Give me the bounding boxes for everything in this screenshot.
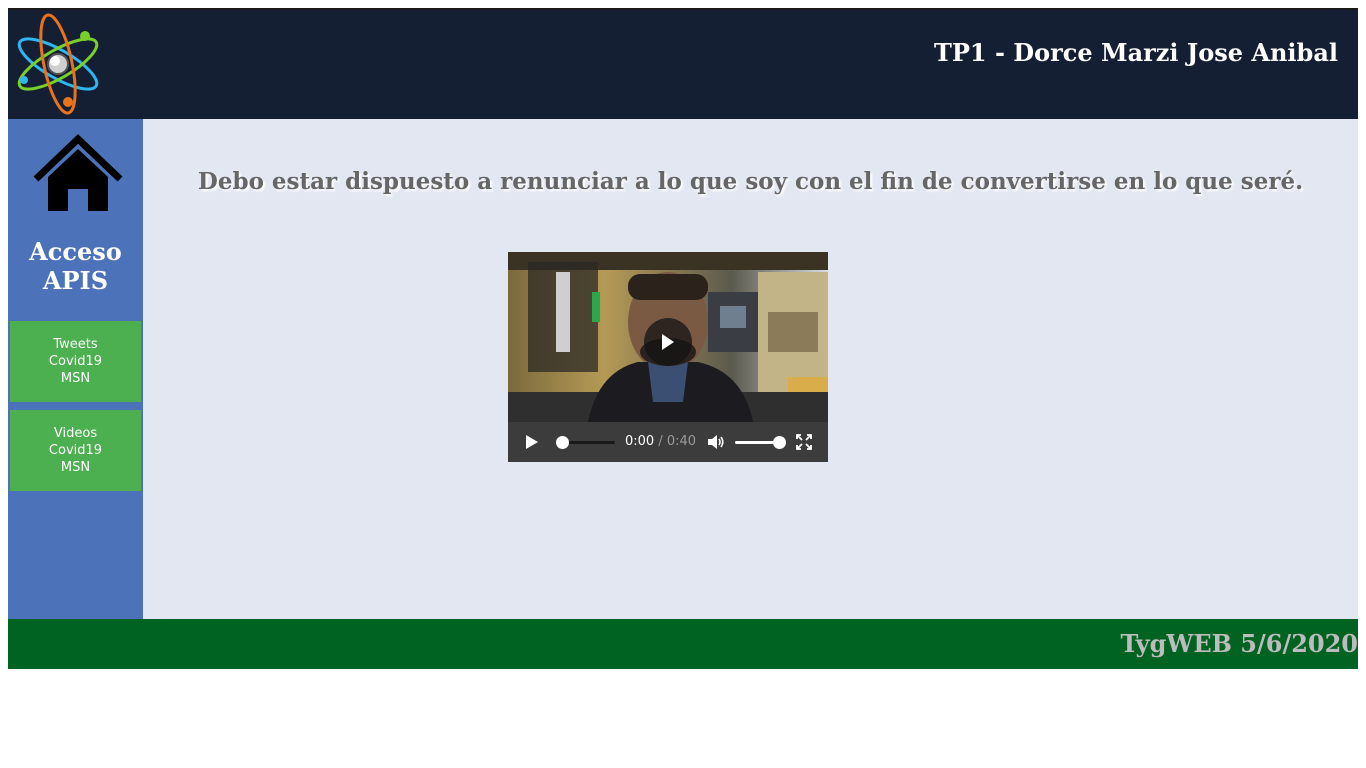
home-icon[interactable] bbox=[30, 131, 126, 215]
sidebar-heading-line1: Acceso bbox=[29, 237, 122, 266]
volume-icon[interactable] bbox=[707, 434, 725, 450]
volume-handle[interactable] bbox=[773, 436, 786, 449]
button-label-line: Covid19 bbox=[48, 354, 103, 369]
tweets-covid19-msn-button[interactable]: Tweets Covid19 MSN bbox=[10, 321, 141, 402]
site-footer: TygWEB 5/6/2020 bbox=[8, 619, 1358, 669]
page-title: TP1 - Dorce Marzi Jose Anibal bbox=[934, 38, 1338, 67]
footer-text: TygWEB 5/6/2020 bbox=[1120, 629, 1358, 658]
seek-handle[interactable] bbox=[556, 436, 569, 449]
button-label-line: MSN bbox=[60, 460, 91, 475]
button-label-line: Videos bbox=[53, 426, 98, 441]
fullscreen-icon[interactable] bbox=[796, 434, 812, 450]
main-content: Debo estar dispuesto a renunciar a lo qu… bbox=[143, 119, 1358, 619]
current-time: 0:00 bbox=[625, 434, 655, 449]
quote-heading: Debo estar dispuesto a renunciar a lo qu… bbox=[197, 168, 1304, 195]
video-player[interactable]: 0:00 / 0:40 bbox=[508, 252, 828, 462]
sidebar-heading-line2: APIS bbox=[42, 266, 109, 295]
time-display: 0:00 / 0:40 bbox=[625, 434, 696, 449]
video-frame[interactable] bbox=[508, 252, 828, 422]
video-controls: 0:00 / 0:40 bbox=[508, 422, 828, 462]
big-play-button[interactable] bbox=[644, 318, 692, 366]
seek-bar[interactable] bbox=[562, 441, 615, 444]
sidebar: Acceso APIS Tweets Covid19 MSN Videos Co… bbox=[8, 119, 143, 619]
atom-logo-icon bbox=[10, 12, 106, 116]
play-icon[interactable] bbox=[524, 434, 540, 450]
videos-covid19-msn-button[interactable]: Videos Covid19 MSN bbox=[10, 410, 141, 491]
duration-time: 0:40 bbox=[666, 434, 697, 449]
time-separator: / bbox=[654, 434, 667, 449]
button-label-line: Tweets bbox=[53, 337, 98, 352]
button-label-line: MSN bbox=[60, 371, 91, 386]
sidebar-heading: Acceso APIS bbox=[8, 237, 143, 295]
button-label-line: Covid19 bbox=[48, 443, 103, 458]
site-header: TP1 - Dorce Marzi Jose Anibal bbox=[8, 10, 1358, 119]
play-icon bbox=[662, 334, 674, 350]
